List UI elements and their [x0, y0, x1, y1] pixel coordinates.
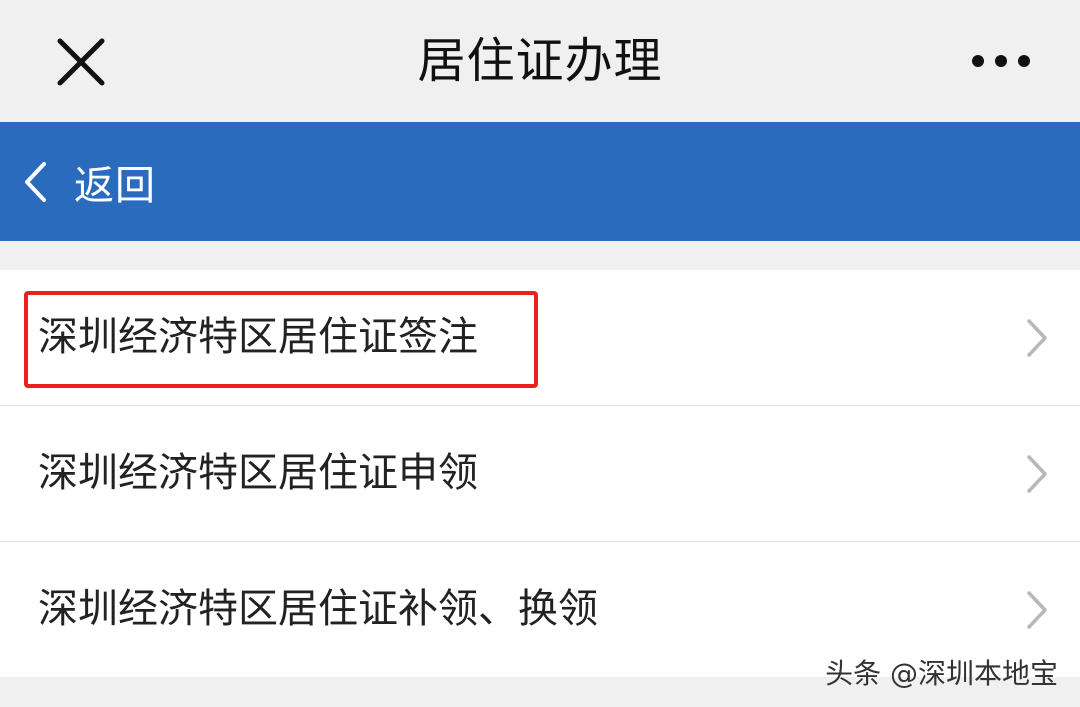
more-icon: [972, 55, 1030, 67]
list-item-endorsement[interactable]: 深圳经济特区居住证签注: [0, 270, 1080, 406]
list-item-label: 深圳经济特区居住证签注: [38, 314, 478, 360]
service-list: 深圳经济特区居住证签注 深圳经济特区居住证申领 深圳经济特区居住证补领、换领: [0, 270, 1080, 677]
chevron-right-icon: [1027, 591, 1047, 629]
close-button[interactable]: [52, 33, 110, 91]
chevron-left-icon: [25, 161, 46, 202]
list-item-application[interactable]: 深圳经济特区居住证申领: [0, 406, 1080, 542]
more-button[interactable]: [966, 44, 1036, 78]
chevron-right-icon: [1027, 319, 1047, 357]
page-title: 居住证办理: [417, 33, 663, 89]
back-label: 返回: [74, 162, 156, 209]
list-item-label: 深圳经济特区居住证补领、换领: [38, 586, 598, 632]
nav-bar: 返回: [0, 122, 1080, 241]
back-button[interactable]: 返回: [22, 122, 156, 241]
watermark: 头条 @深圳本地宝: [825, 657, 1058, 690]
title-bar: 居住证办理: [0, 0, 1080, 122]
chevron-right-icon: [1027, 455, 1047, 493]
list-item-label: 深圳经济特区居住证申领: [38, 450, 478, 496]
close-icon: [57, 38, 105, 86]
